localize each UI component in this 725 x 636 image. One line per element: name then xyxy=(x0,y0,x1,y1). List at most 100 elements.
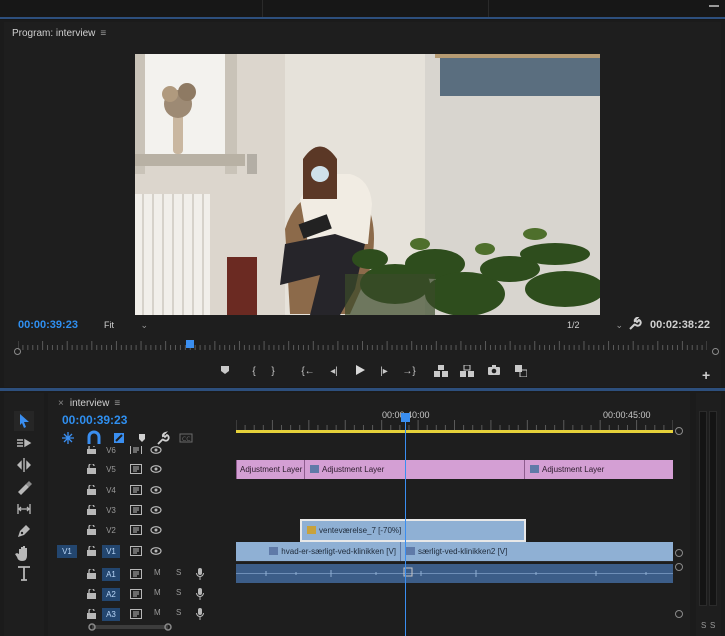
type-tool-icon[interactable] xyxy=(14,563,34,583)
lock-icon[interactable] xyxy=(87,446,96,454)
pen-tool-icon[interactable] xyxy=(14,521,34,541)
solo-button[interactable]: S xyxy=(176,608,181,617)
nest-toggle-icon[interactable] xyxy=(62,432,74,444)
video-clip[interactable]: særligt-ved-klinikken2 [V] xyxy=(400,542,673,561)
eye-icon[interactable] xyxy=(150,546,162,556)
lock-icon[interactable] xyxy=(87,503,96,515)
track-label[interactable]: V4 xyxy=(102,484,120,497)
go-to-out-button[interactable]: →} xyxy=(402,365,416,379)
selected-video-clip[interactable]: venteværelse_7 [-70%] xyxy=(300,519,526,542)
timeline-time-ruler[interactable]: 00:00:40:00 00:00:45:00 xyxy=(235,408,674,430)
add-marker-icon[interactable] xyxy=(139,434,145,442)
sync-lock-icon[interactable] xyxy=(130,609,142,619)
sync-lock-icon[interactable] xyxy=(130,485,142,495)
sync-lock-icon[interactable] xyxy=(130,464,142,474)
playhead-timecode[interactable]: 00:00:39:23 xyxy=(18,319,78,331)
timeline-playhead[interactable] xyxy=(401,413,410,422)
solo-button[interactable]: S xyxy=(176,568,181,577)
sync-lock-icon[interactable] xyxy=(130,446,142,454)
track-label[interactable]: V3 xyxy=(102,504,120,517)
mic-icon[interactable] xyxy=(196,588,204,600)
track-label[interactable]: V5 xyxy=(102,463,120,476)
snap-icon[interactable] xyxy=(87,430,101,444)
button-editor-add-button[interactable]: + xyxy=(702,367,710,383)
sync-lock-icon[interactable] xyxy=(130,546,142,556)
ripple-edit-tool-icon[interactable] xyxy=(14,455,34,475)
close-tab-icon[interactable]: × xyxy=(58,398,64,409)
solo-right-label[interactable]: S xyxy=(710,621,715,630)
eye-icon[interactable] xyxy=(150,525,162,535)
program-monitor-title[interactable]: Program: interview ≡ xyxy=(12,28,106,39)
lock-icon[interactable] xyxy=(87,544,96,556)
mute-button[interactable]: M xyxy=(154,608,161,617)
vertical-zoom-handle[interactable] xyxy=(675,427,683,435)
sync-lock-icon[interactable] xyxy=(130,505,142,515)
monitor-time-ruler[interactable] xyxy=(17,338,708,350)
track-label[interactable]: V2 xyxy=(102,524,120,537)
lock-icon[interactable] xyxy=(87,567,96,579)
adjustment-layer-clip[interactable]: Adjustment Layer xyxy=(304,460,524,479)
panel-menu-icon[interactable]: ≡ xyxy=(114,398,120,409)
lock-icon[interactable] xyxy=(87,587,96,599)
timeline-timecode[interactable]: 00:00:39:23 xyxy=(62,413,127,427)
track-label[interactable]: V1 xyxy=(102,545,120,558)
sync-lock-icon[interactable] xyxy=(130,525,142,535)
comparison-view-button[interactable] xyxy=(514,365,528,379)
export-frame-button[interactable] xyxy=(487,365,501,379)
lock-icon[interactable] xyxy=(87,523,96,535)
mute-button[interactable]: M xyxy=(154,568,161,577)
step-forward-button[interactable]: |▸ xyxy=(377,365,391,379)
wrench-icon[interactable] xyxy=(628,316,642,331)
audio-scroll-handle-bottom[interactable] xyxy=(675,610,683,618)
panel-menu-icon[interactable]: ≡ xyxy=(100,28,106,39)
eye-icon[interactable] xyxy=(150,446,162,454)
minimize-button[interactable] xyxy=(709,5,719,7)
eye-icon[interactable] xyxy=(150,505,162,515)
program-video-frame[interactable] xyxy=(135,54,600,315)
playback-resolution-select[interactable]: 1/2 ⌄ xyxy=(567,320,623,332)
zoom-level-select[interactable]: Fit ⌄ xyxy=(104,320,150,332)
solo-button[interactable]: S xyxy=(176,588,181,597)
add-marker-button[interactable] xyxy=(218,365,232,379)
eye-icon[interactable] xyxy=(150,464,162,474)
selection-tool-icon[interactable] xyxy=(14,411,34,431)
adjustment-layer-clip[interactable]: Adjustment Layer xyxy=(524,460,673,479)
eye-icon[interactable] xyxy=(150,485,162,495)
lock-icon[interactable] xyxy=(87,607,96,619)
timeline-tab[interactable]: × interview ≡ xyxy=(58,398,120,409)
mark-in-button[interactable]: { xyxy=(247,365,261,379)
source-patch-v1[interactable]: V1 xyxy=(57,545,77,558)
video-scroll-handle[interactable] xyxy=(675,549,683,557)
track-label[interactable]: A3 xyxy=(102,608,120,621)
mark-out-button[interactable]: } xyxy=(266,365,280,379)
mic-icon[interactable] xyxy=(196,608,204,620)
zoom-handle-right[interactable] xyxy=(712,348,719,355)
track-label[interactable]: V6 xyxy=(102,446,120,454)
track-select-tool-icon[interactable] xyxy=(14,433,34,453)
mic-icon[interactable] xyxy=(196,568,204,580)
linked-selection-icon[interactable] xyxy=(114,433,124,443)
video-clip[interactable]: hvad-er-særligt-ved-klinikken [V] xyxy=(236,542,400,561)
monitor-playhead[interactable] xyxy=(186,340,195,348)
razor-tool-icon[interactable] xyxy=(14,477,34,497)
lock-icon[interactable] xyxy=(87,462,96,474)
play-button[interactable] xyxy=(353,365,367,379)
mute-button[interactable]: M xyxy=(154,588,161,597)
slip-tool-icon[interactable] xyxy=(14,499,34,519)
adjustment-layer-clip[interactable]: Adjustment Layer xyxy=(236,460,304,479)
timeline-horizontal-scrollbar[interactable] xyxy=(88,623,178,631)
lift-button[interactable] xyxy=(434,365,448,379)
captions-icon[interactable]: CC xyxy=(179,433,193,443)
go-to-in-button[interactable]: {← xyxy=(301,365,315,379)
track-label[interactable]: A1 xyxy=(102,568,120,581)
audio-scroll-handle[interactable] xyxy=(675,563,683,571)
zoom-handle-left[interactable] xyxy=(14,348,21,355)
work-area-bar[interactable] xyxy=(236,430,673,433)
audio-clip[interactable] xyxy=(236,564,673,583)
lock-icon[interactable] xyxy=(87,483,96,495)
hand-tool-icon[interactable] xyxy=(14,543,34,563)
sync-lock-icon[interactable] xyxy=(130,569,142,579)
solo-left-label[interactable]: S xyxy=(701,621,706,630)
wrench-icon[interactable] xyxy=(157,431,170,445)
step-back-button[interactable]: ◂| xyxy=(327,365,341,379)
